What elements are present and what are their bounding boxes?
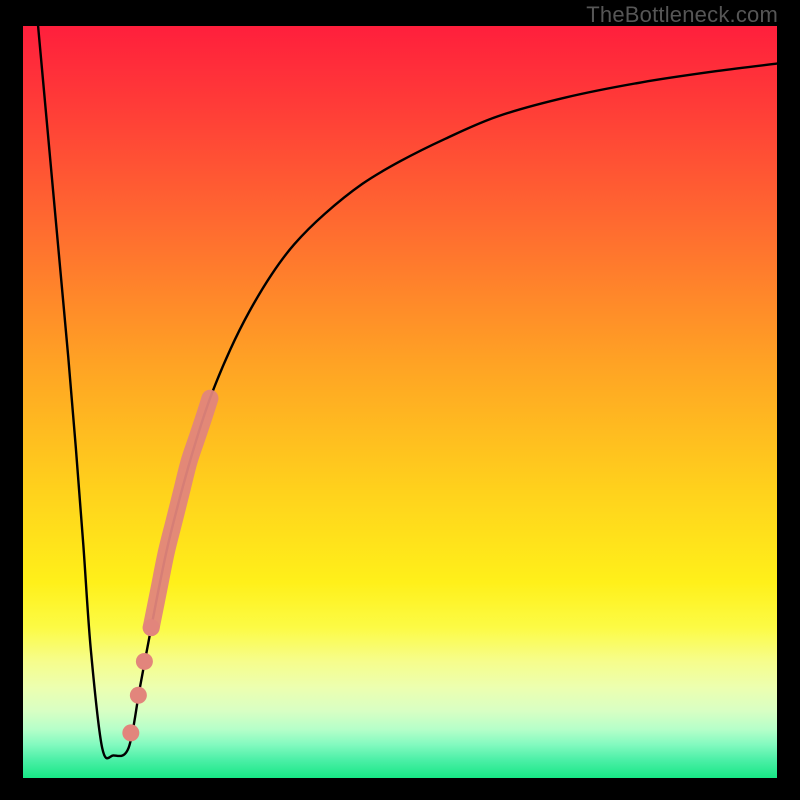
watermark-text: TheBottleneck.com xyxy=(586,2,778,28)
bottleneck-curve xyxy=(38,26,777,758)
highlight-dot xyxy=(130,687,147,704)
highlight-dot xyxy=(122,724,139,741)
plot-area xyxy=(23,26,777,778)
curve-layer xyxy=(23,26,777,778)
highlight-segment xyxy=(151,398,210,627)
highlight-dot xyxy=(143,619,160,636)
highlight-dot xyxy=(136,653,153,670)
chart-frame: TheBottleneck.com xyxy=(0,0,800,800)
